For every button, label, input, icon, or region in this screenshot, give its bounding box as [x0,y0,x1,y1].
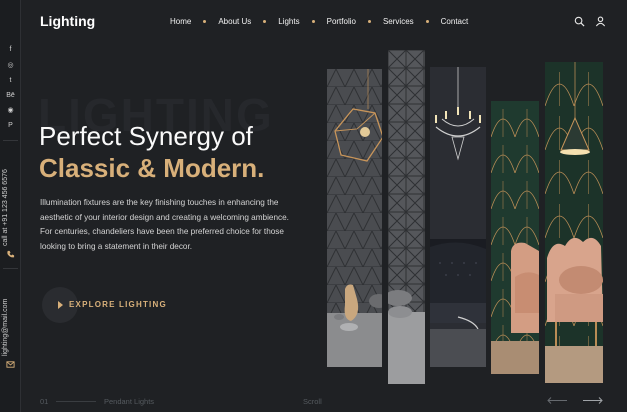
gallery-strip-chandelier-sofa[interactable] [430,67,486,367]
hero-description: Illumination fixtures are the key finish… [40,198,289,251]
hero-title-line1: Perfect Synergy of [39,121,253,151]
next-arrow-icon[interactable] [582,396,604,405]
explore-lighting-link[interactable]: EXPLORE LIGHTING [69,300,167,309]
pinterest-icon[interactable]: P [0,122,21,130]
rail-divider [3,268,18,269]
nav-contact[interactable]: Contact [441,17,469,26]
slide-index: 01 [40,397,49,406]
gallery-strip-pendant-chair[interactable] [545,62,603,383]
main-nav: Home About Us Lights Portfolio Services … [170,17,468,26]
gallery-strip-geometric-pendant[interactable] [327,69,382,367]
twitter-icon[interactable]: t [0,77,21,85]
gallery-strip-deco-wall[interactable] [491,101,539,374]
nav-home[interactable]: Home [170,17,191,26]
prev-arrow-icon[interactable] [546,396,568,405]
scroll-label[interactable]: Scroll [303,397,322,406]
user-icon[interactable] [595,16,606,27]
mail-icon [6,361,15,368]
facebook-icon[interactable]: f [0,46,21,54]
site-logo[interactable]: Lighting [40,13,95,29]
rail-divider [3,140,18,141]
phone-icon [7,250,15,258]
left-rail: f ◎ t Bē ◉ P call at +91 123 456 6576 li… [0,0,21,412]
search-icon[interactable] [574,16,585,27]
nav-portfolio[interactable]: Portfolio [327,17,356,26]
nav-separator [367,20,371,23]
nav-services[interactable]: Services [383,17,414,26]
dribbble-icon[interactable]: ◉ [0,107,21,115]
nav-separator [425,20,429,23]
nav-lights[interactable]: Lights [278,17,299,26]
play-icon [58,301,63,309]
slide-caption[interactable]: Pendant Lights [104,397,154,406]
slide-progress-line [56,401,96,402]
phone-text[interactable]: call at +91 123 456 6576 [2,169,9,246]
nav-separator [203,20,207,23]
hero-title-line2: Classic & Modern. [39,153,265,183]
instagram-icon[interactable]: ◎ [0,62,21,70]
email-text[interactable]: lighting@mail.com [2,299,9,356]
nav-separator [263,20,267,23]
nav-about-us[interactable]: About Us [218,17,251,26]
behance-icon[interactable]: Bē [0,92,21,100]
nav-separator [311,20,315,23]
gallery-strip-tile-wall[interactable] [388,50,425,384]
